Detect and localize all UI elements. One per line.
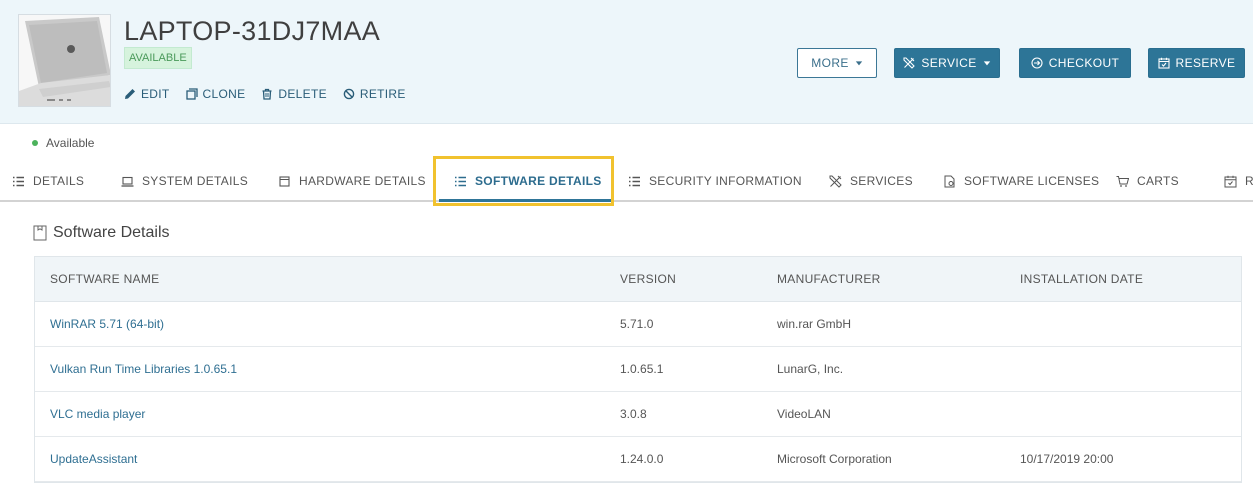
asset-header: LAPTOP-31DJ7MAA AVAILABLE EDIT CLONE DEL… bbox=[0, 0, 1253, 124]
software-name-link[interactable]: WinRAR 5.71 (64-bit) bbox=[50, 302, 164, 346]
checkout-button[interactable]: CHECKOUT bbox=[1019, 48, 1131, 78]
column-header-version[interactable]: VERSION bbox=[620, 257, 676, 301]
software-name-link[interactable]: VLC media player bbox=[50, 392, 145, 436]
more-button[interactable]: MORE bbox=[797, 48, 877, 78]
document-icon bbox=[33, 225, 47, 241]
table-header-row: SOFTWARE NAME VERSION MANUFACTURER INSTA… bbox=[35, 257, 1241, 302]
tab-services[interactable]: SERVICES bbox=[829, 162, 913, 200]
tools-icon bbox=[829, 175, 842, 188]
ban-icon bbox=[343, 88, 355, 100]
tab-hardware-details[interactable]: HARDWARE DETAILS bbox=[278, 162, 426, 200]
table-row: UpdateAssistant 1.24.0.0 Microsoft Corpo… bbox=[35, 437, 1241, 482]
clone-action[interactable]: CLONE bbox=[185, 87, 246, 101]
calendar-icon bbox=[1224, 175, 1237, 187]
software-version: 1.24.0.0 bbox=[620, 452, 664, 466]
section-title: Software Details bbox=[53, 224, 170, 241]
list-icon bbox=[455, 176, 466, 186]
tab-software-details[interactable]: SOFTWARE DETAILS bbox=[454, 162, 602, 200]
software-version: 1.0.65.1 bbox=[620, 362, 664, 376]
software-table: SOFTWARE NAME VERSION MANUFACTURER INSTA… bbox=[34, 256, 1242, 483]
tab-security-information[interactable]: SECURITY INFORMATION bbox=[628, 162, 802, 200]
status-badge: AVAILABLE bbox=[124, 47, 192, 69]
table-row: VLC media player 3.0.8 VideoLAN bbox=[35, 392, 1241, 437]
clone-icon bbox=[185, 88, 198, 100]
tab-software-licenses[interactable]: SOFTWARE LICENSES bbox=[943, 162, 1099, 200]
tab-system-details[interactable]: SYSTEM DETAILS bbox=[121, 162, 248, 200]
column-header-manufacturer[interactable]: MANUFACTURER bbox=[777, 257, 881, 301]
column-header-software-name[interactable]: SOFTWARE NAME bbox=[50, 257, 159, 301]
tab-label: HARDWARE DETAILS bbox=[299, 174, 426, 188]
license-icon bbox=[944, 175, 955, 187]
delete-action[interactable]: DELETE bbox=[261, 87, 327, 101]
table-row: WinRAR 5.71 (64-bit) 5.71.0 win.rar GmbH bbox=[35, 302, 1241, 347]
tab-label: R bbox=[1245, 174, 1253, 188]
software-manufacturer: VideoLAN bbox=[777, 407, 831, 421]
list-icon bbox=[629, 176, 640, 186]
tab-label: DETAILS bbox=[33, 174, 85, 188]
software-manufacturer: Microsoft Corporation bbox=[777, 452, 892, 466]
tab-label: SOFTWARE DETAILS bbox=[475, 174, 602, 188]
clone-label: CLONE bbox=[202, 87, 246, 101]
reserve-label: RESERVE bbox=[1175, 56, 1236, 70]
software-name-link[interactable]: UpdateAssistant bbox=[50, 437, 137, 481]
laptop-icon bbox=[121, 176, 134, 187]
status-dot-icon bbox=[32, 140, 38, 146]
trash-icon bbox=[262, 88, 272, 100]
laptop-image bbox=[19, 15, 110, 106]
checkout-label: CHECKOUT bbox=[1048, 56, 1120, 70]
calendar-icon bbox=[1157, 57, 1170, 69]
software-manufacturer: win.rar GmbH bbox=[777, 317, 852, 331]
retire-label: RETIRE bbox=[359, 87, 406, 101]
caret-down-icon bbox=[855, 61, 862, 66]
software-name-link[interactable]: Vulkan Run Time Libraries 1.0.65.1 bbox=[50, 347, 237, 391]
tab-bar: DETAILS SYSTEM DETAILS HARDWARE DETAILS … bbox=[0, 162, 1253, 202]
list-icon bbox=[13, 176, 24, 186]
edit-label: EDIT bbox=[141, 87, 170, 101]
delete-label: DELETE bbox=[278, 87, 327, 101]
reserve-button[interactable]: RESERVE bbox=[1148, 48, 1245, 78]
service-button[interactable]: SERVICE bbox=[894, 48, 1000, 78]
laptop-thumbnail bbox=[18, 14, 111, 107]
software-manufacturer: LunarG, Inc. bbox=[777, 362, 844, 376]
asset-title: LAPTOP-31DJ7MAA bbox=[124, 16, 381, 46]
cart-icon bbox=[1116, 175, 1129, 187]
tab-label: SECURITY INFORMATION bbox=[649, 174, 802, 188]
availability-status: Available bbox=[32, 136, 94, 150]
tab-reservations[interactable]: R bbox=[1224, 162, 1253, 200]
active-tab-indicator bbox=[439, 199, 611, 202]
pencil-icon bbox=[125, 89, 135, 99]
hardware-icon bbox=[279, 175, 290, 187]
section-header: Software Details bbox=[33, 224, 170, 242]
tools-icon bbox=[903, 57, 916, 69]
checkout-icon bbox=[1031, 57, 1043, 69]
tab-label: SYSTEM DETAILS bbox=[142, 174, 249, 188]
table-row: Vulkan Run Time Libraries 1.0.65.1 1.0.6… bbox=[35, 347, 1241, 392]
software-install-date: 10/17/2019 20:00 bbox=[1020, 452, 1114, 466]
service-label: SERVICE bbox=[921, 56, 977, 70]
software-version: 3.0.8 bbox=[620, 407, 647, 421]
tab-label: CARTS bbox=[1137, 174, 1179, 188]
tab-details[interactable]: DETAILS bbox=[12, 162, 84, 200]
edit-action[interactable]: EDIT bbox=[124, 87, 170, 101]
tab-label: SOFTWARE LICENSES bbox=[964, 174, 1100, 188]
asset-actions: EDIT CLONE DELETE RETIRE bbox=[124, 87, 406, 101]
column-header-installation-date[interactable]: INSTALLATION DATE bbox=[1020, 257, 1143, 301]
availability-text: Available bbox=[46, 136, 95, 150]
more-label: MORE bbox=[811, 56, 849, 70]
caret-down-icon bbox=[983, 61, 990, 66]
tab-label: SERVICES bbox=[850, 174, 913, 188]
retire-action[interactable]: RETIRE bbox=[343, 87, 406, 101]
tab-carts[interactable]: CARTS bbox=[1116, 162, 1179, 200]
software-version: 5.71.0 bbox=[620, 317, 654, 331]
